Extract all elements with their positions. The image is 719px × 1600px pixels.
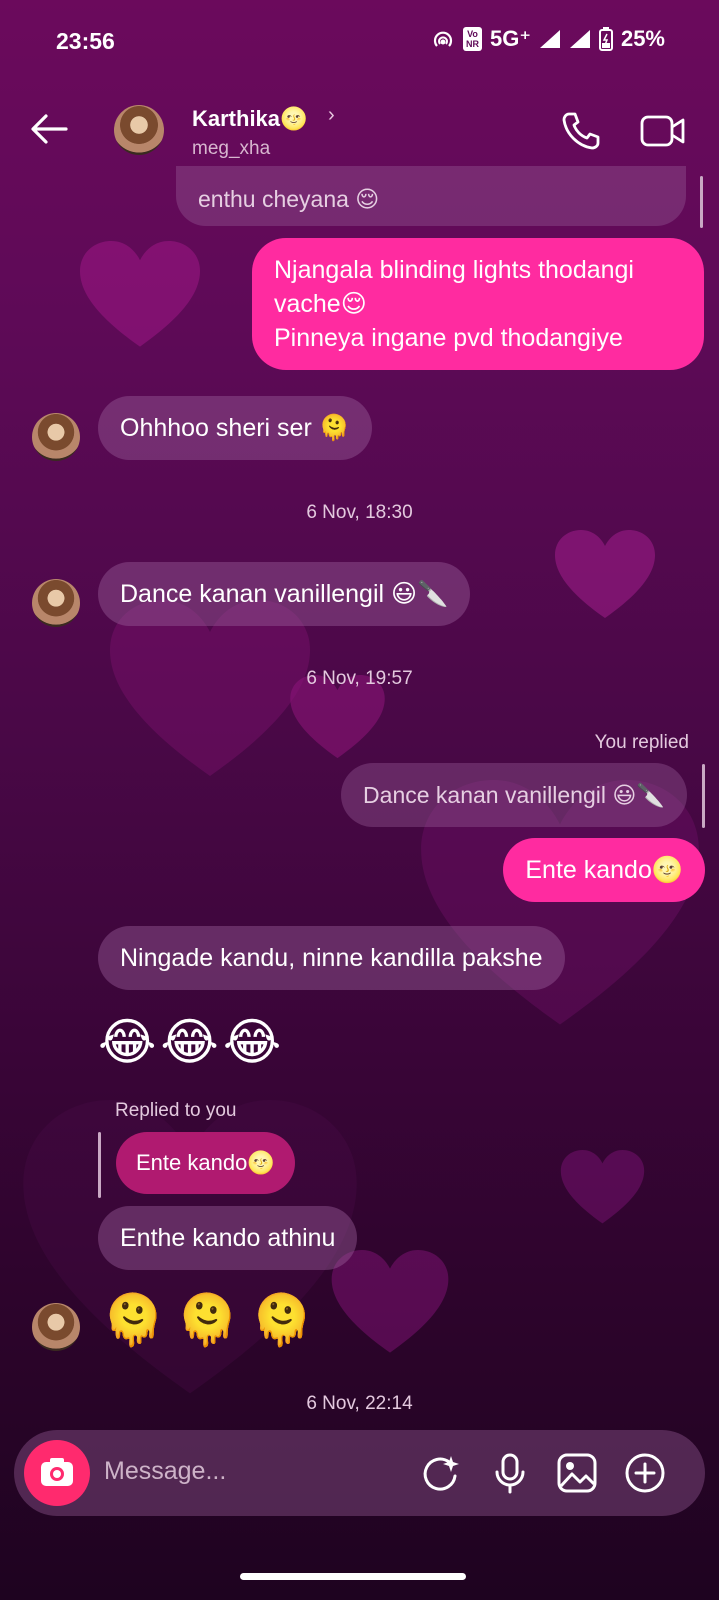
signal-icon bbox=[569, 30, 590, 48]
clock: 23:56 bbox=[56, 28, 115, 54]
avatar[interactable] bbox=[32, 413, 80, 461]
outgoing-message[interactable]: Njangala blinding lights thodangi vache😌… bbox=[252, 238, 704, 370]
battery-percent: 25% bbox=[620, 26, 665, 51]
incoming-message[interactable]: Dance kanan vanillengil 😃🔪 bbox=[98, 562, 471, 626]
reply-bar bbox=[702, 764, 705, 828]
hotspot-icon bbox=[433, 31, 453, 47]
replied-to-you-label: Replied to you bbox=[115, 1100, 237, 1121]
you-replied-label: You replied bbox=[594, 732, 689, 753]
timestamp: 6 Nov, 22:14 bbox=[306, 1393, 413, 1414]
heart-decoration bbox=[80, 241, 200, 347]
message-composer: Message... bbox=[14, 1430, 705, 1516]
quoted-message[interactable]: Ente kando🌝 bbox=[116, 1132, 295, 1194]
reply-bar bbox=[98, 1132, 101, 1198]
heart-decoration bbox=[560, 1150, 645, 1224]
video-camera-icon[interactable] bbox=[640, 112, 686, 150]
emoji-message[interactable]: 😂😂😂 bbox=[98, 1012, 285, 1072]
home-indicator[interactable] bbox=[240, 1573, 466, 1580]
microphone-icon[interactable] bbox=[489, 1452, 531, 1494]
heart-decoration bbox=[555, 530, 655, 618]
avatar[interactable] bbox=[114, 105, 164, 155]
back-arrow-icon[interactable] bbox=[28, 108, 70, 150]
outgoing-message[interactable]: Ente kando🌝 bbox=[503, 838, 705, 902]
avatar[interactable] bbox=[32, 579, 80, 627]
avatar[interactable] bbox=[32, 1303, 80, 1351]
network-type: 5G⁺ bbox=[489, 26, 531, 51]
battery-icon bbox=[598, 27, 613, 51]
sticker-icon[interactable] bbox=[419, 1452, 461, 1494]
chevron-right-icon[interactable]: › bbox=[328, 104, 335, 127]
incoming-message[interactable]: Ningade kandu, ninne kandilla pakshe bbox=[98, 926, 565, 990]
status-bar: 23:56 Vo NR 5G⁺ 25% bbox=[0, 0, 719, 84]
heart-decoration bbox=[331, 1250, 449, 1353]
heart-decoration bbox=[110, 600, 310, 776]
incoming-message[interactable]: Ohhhoo sheri ser 🫠 bbox=[98, 396, 372, 460]
quoted-message[interactable]: enthu cheyana 😌 bbox=[176, 166, 686, 226]
plus-icon[interactable] bbox=[624, 1452, 666, 1494]
gallery-icon[interactable] bbox=[556, 1452, 598, 1494]
status-icons: Vo NR 5G⁺ 25% bbox=[431, 26, 665, 52]
camera-button[interactable] bbox=[24, 1440, 90, 1506]
chat-header: Karthika🌝 › meg_xha bbox=[0, 90, 719, 176]
contact-name[interactable]: Karthika🌝 bbox=[192, 106, 307, 132]
quoted-message[interactable]: Dance kanan vanillengil 😃🔪 bbox=[341, 763, 687, 827]
camera-icon bbox=[41, 1458, 73, 1486]
phone-icon[interactable] bbox=[560, 110, 602, 152]
contact-username[interactable]: meg_xha bbox=[192, 138, 270, 160]
emoji-message[interactable]: 🫠🫠🫠 bbox=[102, 1290, 325, 1350]
signal-icon bbox=[539, 30, 560, 48]
timestamp: 6 Nov, 19:57 bbox=[306, 668, 413, 689]
volte-badge: Vo NR bbox=[462, 27, 482, 51]
message-input[interactable]: Message... bbox=[104, 1457, 226, 1486]
reply-bar bbox=[700, 176, 703, 228]
timestamp: 6 Nov, 18:30 bbox=[306, 502, 413, 523]
incoming-message[interactable]: Enthe kando athinu bbox=[98, 1206, 358, 1270]
